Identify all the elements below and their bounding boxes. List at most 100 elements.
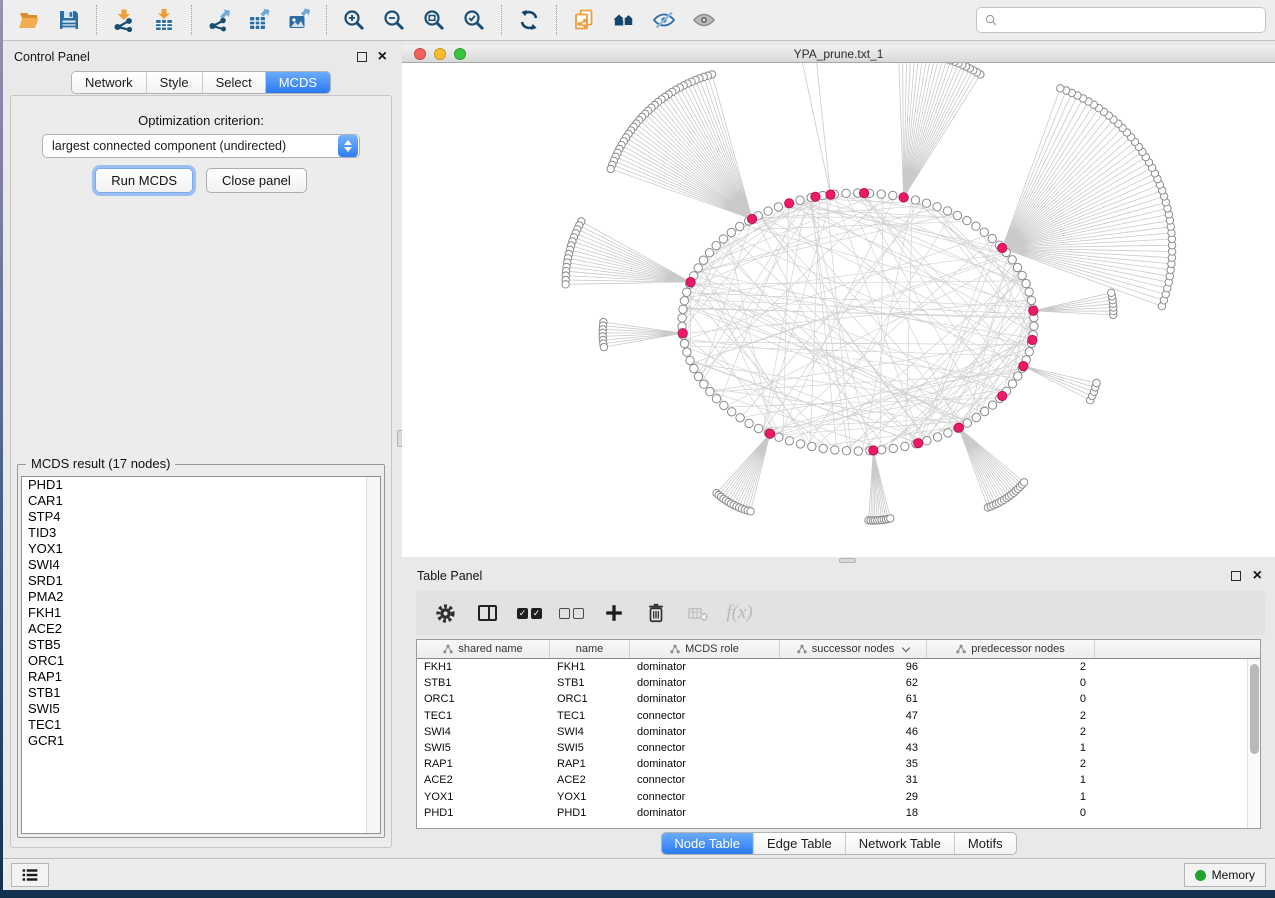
toggle-panel-button[interactable] (474, 598, 501, 628)
cell-successor_nodes[interactable]: 96 (780, 659, 927, 675)
export-network-button[interactable] (199, 3, 239, 37)
hide-selected-button[interactable] (644, 3, 684, 37)
column-header-predecessor_nodes[interactable]: predecessor nodes (927, 640, 1095, 658)
cell-predecessor_nodes[interactable]: 0 (927, 691, 1095, 707)
cell-successor_nodes[interactable]: 47 (780, 708, 927, 724)
save-session-button[interactable] (49, 3, 89, 37)
mcds-result-item[interactable]: GCR1 (22, 733, 380, 749)
float-panel-icon[interactable] (357, 52, 367, 62)
export-image-button[interactable] (279, 3, 319, 37)
mcds-result-item[interactable]: STP4 (22, 509, 380, 525)
table-row[interactable]: FKH1FKH1dominator962 (417, 659, 1260, 675)
zoom-in-button[interactable] (334, 3, 374, 37)
table-row[interactable]: STB1STB1dominator620 (417, 675, 1260, 691)
cell-mcds_role[interactable]: connector (630, 708, 780, 724)
cell-predecessor_nodes[interactable]: 2 (927, 724, 1095, 740)
mcds-list-scrollbar[interactable] (366, 477, 380, 833)
table-row[interactable]: SWI5SWI5connector431 (417, 740, 1260, 756)
cell-predecessor_nodes[interactable]: 2 (927, 659, 1095, 675)
close-panel-icon[interactable]: × (378, 52, 387, 62)
table-row[interactable]: YOX1YOX1connector291 (417, 789, 1260, 805)
cell-successor_nodes[interactable]: 43 (780, 740, 927, 756)
mcds-result-item[interactable]: SWI4 (22, 557, 380, 573)
open-session-button[interactable] (9, 3, 49, 37)
mcds-result-item[interactable]: PMA2 (22, 589, 380, 605)
mcds-result-item[interactable]: PHD1 (22, 477, 380, 493)
tab-network[interactable]: Network (72, 72, 146, 93)
tab-network-table[interactable]: Network Table (845, 833, 954, 854)
cell-shared_name[interactable]: PHD1 (417, 805, 550, 821)
horizontal-splitter[interactable] (402, 557, 1275, 564)
apply-layout-button[interactable] (509, 3, 549, 37)
mcds-result-item[interactable]: TID3 (22, 525, 380, 541)
cell-successor_nodes[interactable]: 35 (780, 756, 927, 772)
table-scrollbar[interactable] (1247, 659, 1260, 828)
mcds-result-item[interactable]: TEC1 (22, 717, 380, 733)
tab-select[interactable]: Select (202, 72, 265, 93)
close-table-panel-icon[interactable]: × (1253, 571, 1262, 581)
cell-predecessor_nodes[interactable]: 1 (927, 772, 1095, 788)
cell-name[interactable]: STB1 (550, 675, 630, 691)
mcds-result-item[interactable]: SRD1 (22, 573, 380, 589)
cell-successor_nodes[interactable]: 61 (780, 691, 927, 707)
cell-shared_name[interactable]: SWI5 (417, 740, 550, 756)
mcds-result-item[interactable]: ACE2 (22, 621, 380, 637)
cell-predecessor_nodes[interactable]: 2 (927, 756, 1095, 772)
memory-button[interactable]: Memory (1184, 863, 1266, 887)
horizontal-splitter-handle[interactable] (839, 558, 856, 563)
column-header-successor_nodes[interactable]: successor nodes (780, 640, 927, 658)
cell-name[interactable]: RAP1 (550, 756, 630, 772)
mcds-result-item[interactable]: RAP1 (22, 669, 380, 685)
mcds-result-item[interactable]: FKH1 (22, 605, 380, 621)
table-row[interactable]: PHD1PHD1dominator180 (417, 805, 1260, 821)
mcds-result-item[interactable]: SWI5 (22, 701, 380, 717)
cell-predecessor_nodes[interactable]: 1 (927, 740, 1095, 756)
cell-shared_name[interactable]: SWI4 (417, 724, 550, 740)
cell-mcds_role[interactable]: dominator (630, 691, 780, 707)
add-column-button[interactable] (600, 598, 627, 628)
show-task-history-button[interactable] (11, 863, 49, 887)
import-table-button[interactable] (144, 3, 184, 37)
cell-name[interactable]: SWI4 (550, 724, 630, 740)
cell-mcds_role[interactable]: dominator (630, 724, 780, 740)
mcds-result-item[interactable]: STB1 (22, 685, 380, 701)
table-row[interactable]: SWI4SWI4dominator462 (417, 724, 1260, 740)
criterion-dropdown[interactable]: largest connected component (undirected) (42, 134, 360, 158)
cell-name[interactable]: YOX1 (550, 789, 630, 805)
delete-table-button[interactable] (684, 598, 711, 628)
mcds-result-item[interactable]: STB5 (22, 637, 380, 653)
duplicate-network-button[interactable] (564, 3, 604, 37)
first-neighbors-button[interactable] (604, 3, 644, 37)
zoom-fit-button[interactable] (414, 3, 454, 37)
cell-shared_name[interactable]: STB1 (417, 675, 550, 691)
cell-predecessor_nodes[interactable]: 0 (927, 675, 1095, 691)
mcds-result-item[interactable]: YOX1 (22, 541, 380, 557)
cell-name[interactable]: SWI5 (550, 740, 630, 756)
cell-shared_name[interactable]: YOX1 (417, 789, 550, 805)
network-canvas[interactable] (402, 63, 1275, 557)
cell-predecessor_nodes[interactable]: 2 (927, 708, 1095, 724)
settings-gear-button[interactable] (432, 598, 459, 628)
tab-edge-table[interactable]: Edge Table (753, 833, 845, 854)
delete-columns-button[interactable] (642, 598, 669, 628)
cell-mcds_role[interactable]: dominator (630, 675, 780, 691)
cell-successor_nodes[interactable]: 18 (780, 805, 927, 821)
sort-desc-icon[interactable] (902, 643, 910, 651)
tab-motifs[interactable]: Motifs (954, 833, 1016, 854)
cell-shared_name[interactable]: RAP1 (417, 756, 550, 772)
run-mcds-button[interactable]: Run MCDS (95, 168, 193, 193)
cell-successor_nodes[interactable]: 46 (780, 724, 927, 740)
close-panel-button[interactable]: Close panel (206, 168, 307, 193)
column-header-name[interactable]: name (550, 640, 630, 658)
cell-mcds_role[interactable]: connector (630, 740, 780, 756)
mcds-result-item[interactable]: CAR1 (22, 493, 380, 509)
deselect-all-button[interactable] (558, 598, 585, 628)
cell-mcds_role[interactable]: connector (630, 772, 780, 788)
export-table-button[interactable] (239, 3, 279, 37)
cell-shared_name[interactable]: ORC1 (417, 691, 550, 707)
cell-successor_nodes[interactable]: 31 (780, 772, 927, 788)
cell-shared_name[interactable]: FKH1 (417, 659, 550, 675)
cell-predecessor_nodes[interactable]: 0 (927, 805, 1095, 821)
cell-successor_nodes[interactable]: 29 (780, 789, 927, 805)
search-input[interactable] (1004, 13, 1259, 27)
